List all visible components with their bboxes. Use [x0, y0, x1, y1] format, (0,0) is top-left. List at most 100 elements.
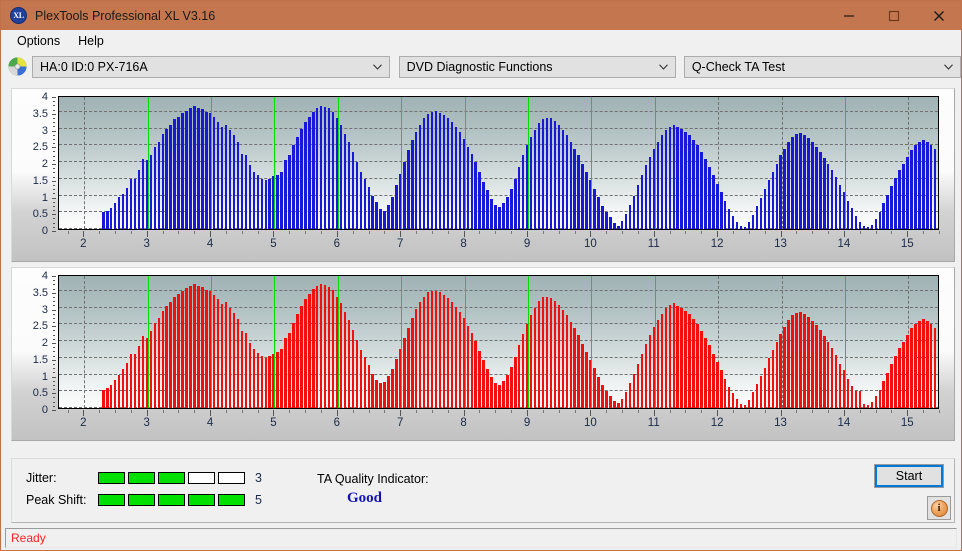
start-button[interactable]: Start — [874, 464, 944, 488]
optical-disc-icon — [8, 57, 27, 76]
chart-bar — [918, 320, 921, 408]
x-axis-tick-label: 12 — [710, 238, 724, 250]
chart-bar — [323, 106, 327, 229]
minimize-button[interactable] — [826, 1, 871, 30]
chart-bar — [117, 374, 121, 408]
chart-bar — [193, 284, 196, 408]
jitter-chart-x-axis: 2 3 4 5 6 7 8 9 10 11 12 13 14 15 — [58, 231, 940, 261]
chart-bar — [712, 175, 715, 229]
y-axis-tick-label: 0.5 — [32, 387, 48, 400]
jitter-chart-plot — [58, 96, 939, 230]
peak-shift-meter-segments — [98, 494, 248, 506]
chart-bar — [113, 202, 117, 229]
chart-bar — [866, 404, 870, 408]
x-axis-tick — [336, 410, 338, 416]
status-bar: Ready — [5, 528, 957, 548]
chart-bar — [712, 353, 715, 408]
chart-bar — [688, 314, 691, 408]
chart-bar — [193, 106, 196, 229]
y-axis-minor-tick — [53, 380, 55, 382]
chart-bar — [735, 221, 739, 229]
chart-bar — [724, 378, 727, 408]
x-axis-tick-label: 9 — [523, 417, 531, 429]
peak-shift-meter-value: 5 — [255, 493, 262, 507]
y-axis-minor-tick — [53, 410, 55, 411]
y-axis-minor-tick — [53, 226, 55, 228]
menu-item-help[interactable]: Help — [69, 32, 113, 51]
chart-bar — [522, 155, 525, 229]
chart-bar — [874, 218, 877, 229]
x-axis-tick — [843, 410, 845, 416]
y-axis-minor-tick — [53, 113, 55, 115]
x-axis-tick-label: 4 — [206, 417, 214, 429]
chart-bar — [411, 317, 414, 408]
chart-bar — [613, 401, 616, 408]
chart-bar — [403, 337, 406, 408]
chart-bar — [874, 396, 877, 408]
y-axis-tick-label: 1.5 — [32, 174, 48, 187]
chart-bar — [755, 206, 759, 229]
y-axis-minor-tick — [53, 376, 55, 378]
chart-bar — [815, 146, 818, 229]
chart-bar — [466, 146, 469, 229]
chart-bar — [573, 328, 576, 408]
chart-marker-line — [464, 276, 466, 408]
y-axis-minor-tick — [53, 355, 55, 357]
chart-marker-line — [844, 97, 846, 229]
chart-bar — [395, 185, 398, 229]
maximize-button[interactable] — [871, 1, 916, 30]
chart-bar — [660, 313, 664, 408]
x-axis-tick-label: 10 — [583, 238, 597, 250]
chart-bar — [189, 285, 192, 408]
x-axis-tick — [907, 231, 909, 237]
x-axis-minor-tick — [574, 410, 576, 413]
x-axis-minor-tick — [511, 410, 513, 413]
close-button[interactable] — [916, 1, 961, 30]
chart-bar — [502, 202, 505, 229]
chart-bar — [149, 330, 153, 408]
x-axis-tick — [717, 410, 719, 416]
y-axis-minor-tick — [53, 397, 55, 399]
x-axis-tick — [653, 410, 655, 416]
x-axis-minor-tick — [352, 410, 354, 413]
chart-bar — [834, 355, 838, 408]
chart-bar — [704, 337, 707, 408]
test-select[interactable]: Q-Check TA Test — [683, 55, 961, 78]
chart-bar — [359, 172, 363, 229]
ta-quality-value: Good — [347, 490, 383, 506]
chart-bar — [573, 148, 576, 229]
drive-select[interactable]: HA:0 ID:0 PX-716A — [32, 55, 390, 78]
x-axis-tick — [210, 231, 212, 237]
chart-bar — [557, 125, 561, 229]
chart-bar — [248, 342, 252, 408]
chart-bar — [906, 156, 909, 229]
chart-bar — [791, 136, 794, 229]
y-axis-minor-tick — [53, 351, 55, 353]
chart-bar — [106, 210, 109, 229]
chart-bar — [232, 312, 236, 408]
chart-bar — [621, 398, 624, 408]
chart-bar — [926, 320, 929, 408]
menu-item-options[interactable]: Options — [8, 32, 69, 51]
chart-marker-line — [337, 276, 339, 408]
chart-bar — [316, 107, 319, 229]
y-axis-minor-tick — [53, 214, 55, 216]
function-select[interactable]: DVD Diagnostic Functions — [398, 55, 676, 78]
x-axis-minor-tick — [939, 410, 940, 413]
chart-marker-line — [654, 276, 656, 408]
chart-bar — [882, 202, 885, 229]
y-axis-minor-tick — [53, 205, 55, 207]
chart-bar — [918, 141, 921, 229]
chart-bar — [327, 108, 331, 229]
x-axis-tick — [527, 410, 529, 416]
y-axis-minor-tick — [53, 197, 55, 199]
info-button[interactable]: i — [927, 496, 951, 520]
x-axis-minor-tick — [162, 410, 164, 413]
chart-bar — [819, 330, 822, 408]
chart-bar — [783, 326, 786, 408]
x-axis-minor-tick — [606, 410, 608, 413]
x-axis-minor-tick — [764, 231, 766, 234]
x-axis-minor-tick — [289, 410, 291, 413]
x-axis-minor-tick — [416, 231, 418, 234]
chart-bar — [458, 311, 462, 408]
